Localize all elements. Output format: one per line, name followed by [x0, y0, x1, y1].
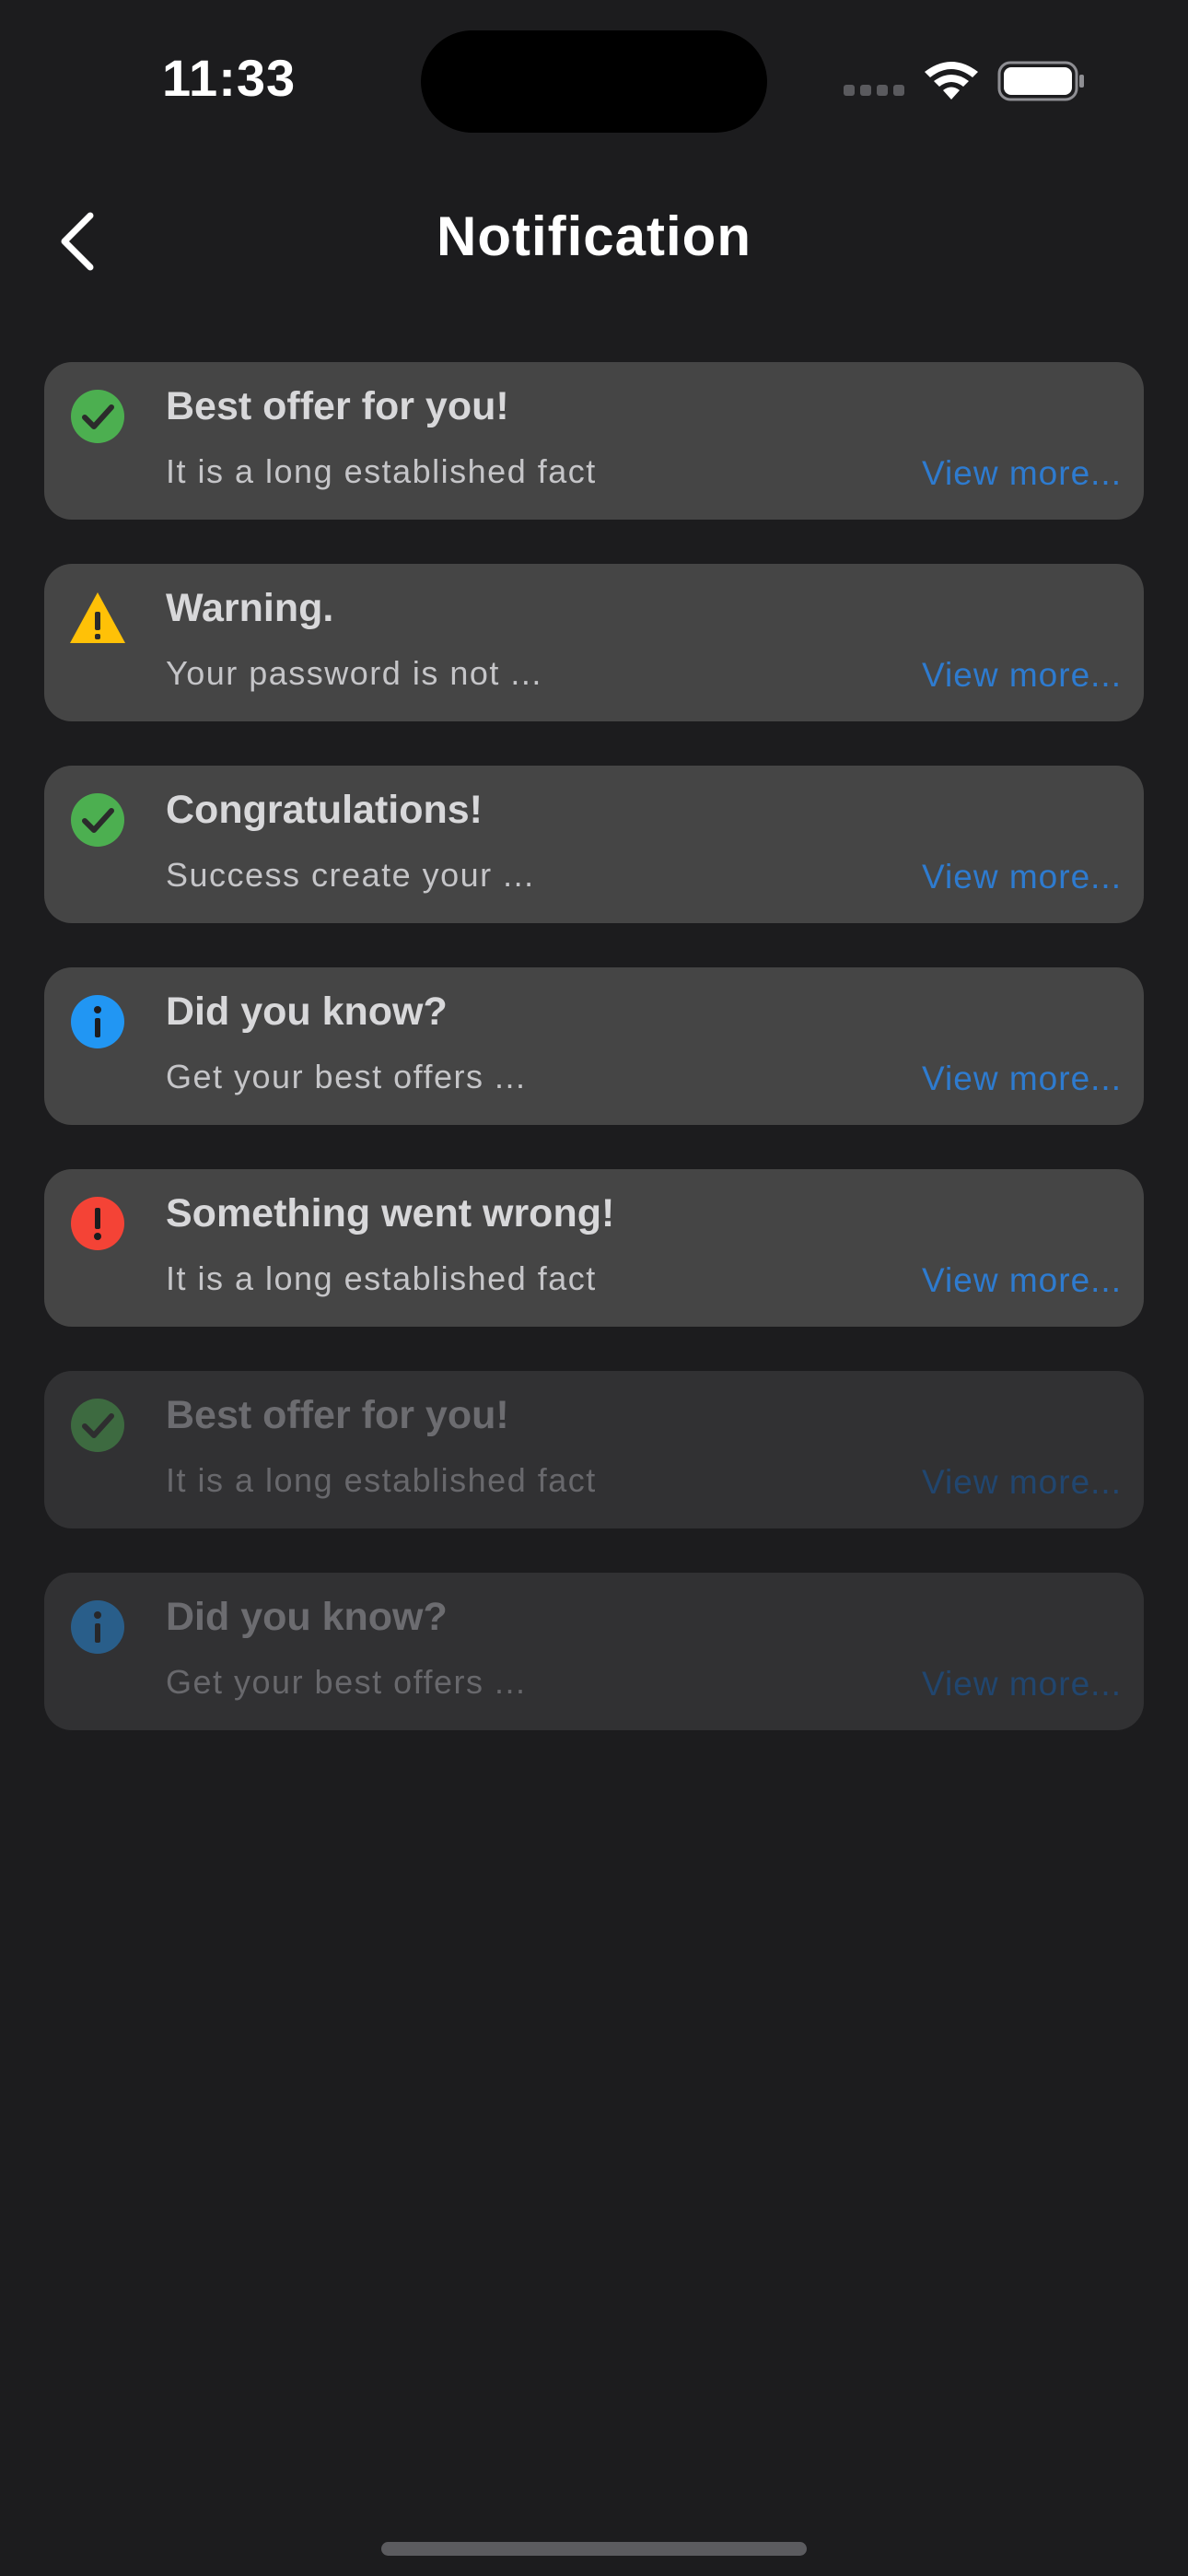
dynamic-island: [421, 30, 767, 133]
wifi-icon: [925, 62, 978, 100]
notification-message: It is a long established fact: [166, 1461, 597, 1499]
battery-icon: [997, 61, 1084, 101]
notification-card[interactable]: Did you know? Get your best offers ... V…: [44, 967, 1144, 1125]
warning-triangle-icon: [70, 592, 125, 643]
notification-title: Something went wrong!: [166, 1191, 615, 1235]
view-more-link[interactable]: View more...: [922, 656, 1122, 695]
notification-message: Success create your ...: [166, 856, 535, 894]
notification-title: Best offer for you!: [166, 384, 509, 428]
view-more-link[interactable]: View more...: [922, 1665, 1122, 1704]
view-more-link[interactable]: View more...: [922, 858, 1122, 896]
info-circle-icon: [71, 995, 124, 1048]
notification-title: Congratulations!: [166, 788, 483, 832]
notification-card[interactable]: Best offer for you! It is a long establi…: [44, 1371, 1144, 1528]
notification-message: It is a long established fact: [166, 452, 597, 490]
notification-card[interactable]: Something went wrong! It is a long estab…: [44, 1169, 1144, 1327]
view-more-link[interactable]: View more...: [922, 1463, 1122, 1502]
notification-card[interactable]: Warning. Your password is not ... View m…: [44, 564, 1144, 721]
view-more-link[interactable]: View more...: [922, 1060, 1122, 1098]
status-time: 11:33: [162, 49, 297, 107]
info-circle-icon: [71, 1600, 124, 1654]
home-indicator: [381, 2542, 807, 2556]
notification-list: Best offer for you! It is a long establi…: [44, 362, 1144, 1774]
notification-title: Best offer for you!: [166, 1393, 509, 1437]
view-more-link[interactable]: View more...: [922, 454, 1122, 493]
notification-screen: 11:33 Notification Best offer for you! I…: [0, 0, 1188, 2576]
notification-message: Get your best offers ...: [166, 1663, 527, 1701]
check-circle-icon: [71, 793, 124, 847]
view-more-link[interactable]: View more...: [922, 1261, 1122, 1300]
notification-message: Get your best offers ...: [166, 1058, 527, 1095]
notification-message: Your password is not ...: [166, 654, 542, 692]
notification-message: It is a long established fact: [166, 1259, 597, 1297]
check-circle-icon: [71, 1399, 124, 1452]
notification-card[interactable]: Congratulations! Success create your ...…: [44, 766, 1144, 923]
page-title: Notification: [437, 205, 751, 267]
notification-card[interactable]: Best offer for you! It is a long establi…: [44, 362, 1144, 520]
cellular-signal-icon: [844, 85, 904, 98]
notification-card[interactable]: Did you know? Get your best offers ... V…: [44, 1573, 1144, 1730]
error-circle-icon: [71, 1197, 124, 1250]
notification-title: Warning.: [166, 586, 334, 630]
notification-title: Did you know?: [166, 1595, 448, 1639]
notification-title: Did you know?: [166, 989, 448, 1034]
check-circle-icon: [71, 390, 124, 443]
